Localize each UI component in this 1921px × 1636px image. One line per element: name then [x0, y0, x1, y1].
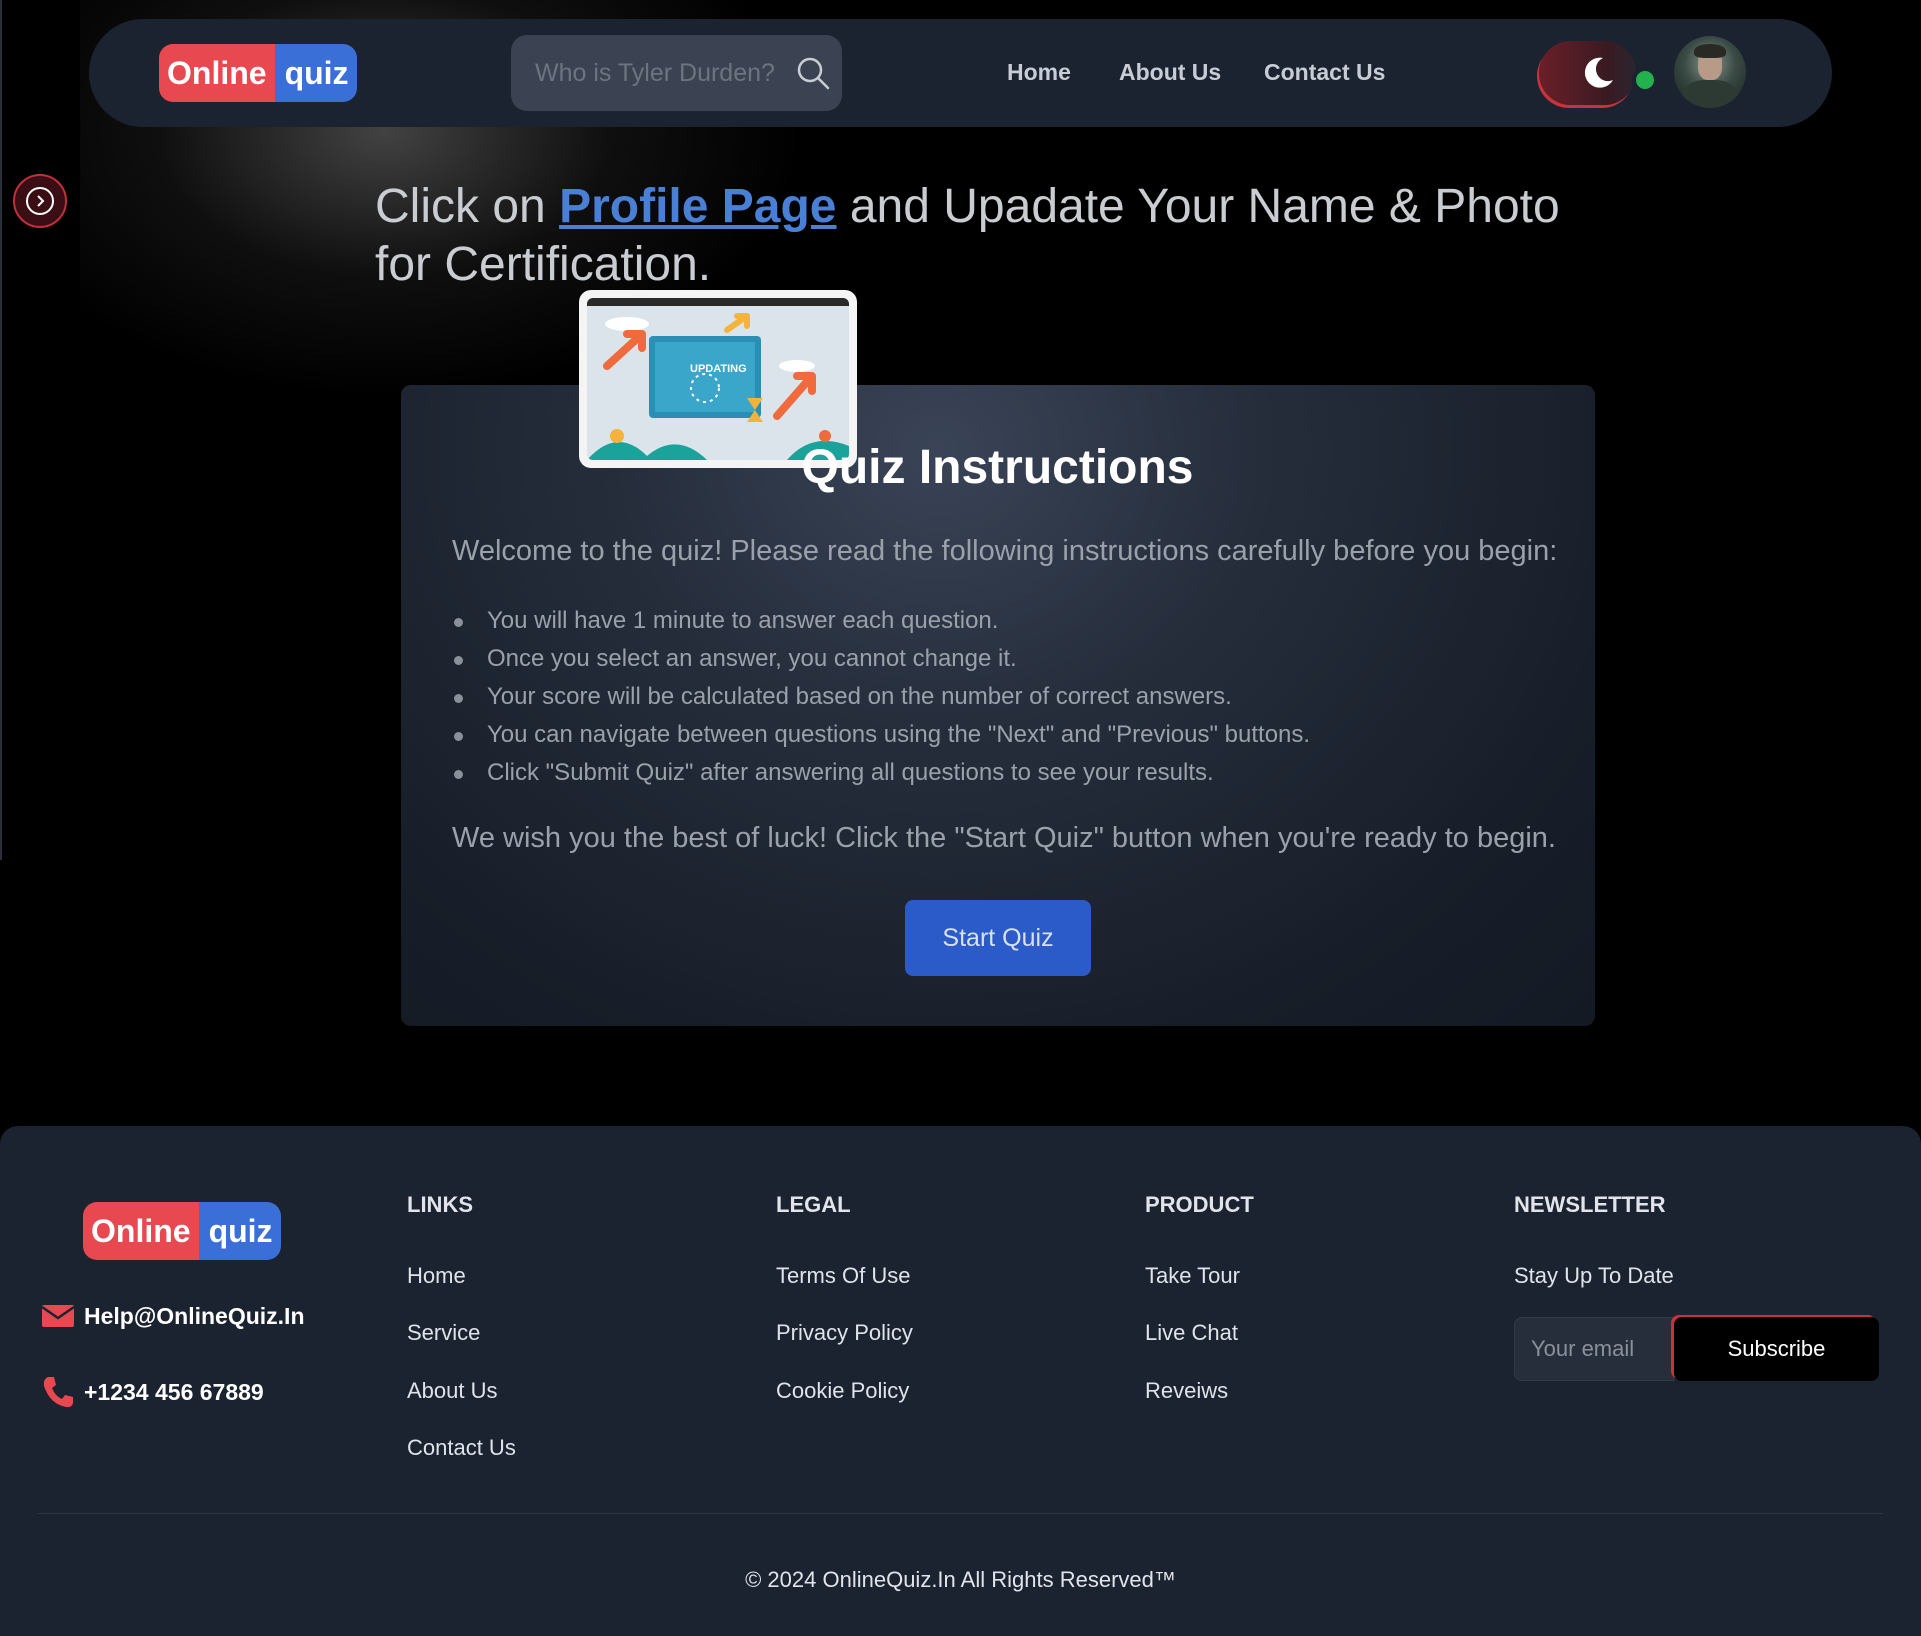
search-box — [511, 35, 842, 111]
chevron-right-icon — [26, 187, 54, 215]
footer-link-contact-us[interactable]: Contact Us — [407, 1435, 516, 1461]
subscribe-button[interactable]: Subscribe — [1674, 1317, 1879, 1381]
instructions-intro: Welcome to the quiz! Please read the fol… — [452, 535, 1558, 567]
logo-part-quiz: quiz — [198, 1202, 281, 1260]
sidebar-toggle-button[interactable] — [13, 174, 67, 228]
footer-link-reviews[interactable]: Reveiws — [1145, 1378, 1228, 1404]
list-item: You can navigate between questions using… — [452, 718, 1310, 756]
phone-icon — [40, 1374, 76, 1410]
list-item: You will have 1 minute to answer each qu… — [452, 604, 1310, 642]
footer-link-live-chat[interactable]: Live Chat — [1145, 1320, 1238, 1346]
copyright-text: © 2024 OnlineQuiz.In All Rights Reserved… — [745, 1567, 1176, 1592]
legal-column-title: LEGAL — [776, 1192, 851, 1217]
footer-link-service[interactable]: Service — [407, 1320, 480, 1346]
footer-link-home[interactable]: Home — [407, 1263, 466, 1289]
product-column-title: PRODUCT — [1145, 1192, 1254, 1217]
mail-icon — [40, 1298, 76, 1334]
footer-link-cookie[interactable]: Cookie Policy — [776, 1378, 909, 1404]
site-logo[interactable]: Online quiz — [159, 44, 357, 102]
notice-prefix: Click on — [375, 180, 560, 233]
footer-link-terms[interactable]: Terms Of Use — [776, 1263, 910, 1289]
moon-icon — [1579, 54, 1617, 92]
list-item: Your score will be calculated based on t… — [452, 680, 1310, 718]
newsletter-email-input[interactable] — [1514, 1317, 1674, 1381]
list-item: Click "Submit Quiz" after answering all … — [452, 756, 1310, 794]
links-column-title: LINKS — [407, 1192, 473, 1217]
logo-part-online: Online — [83, 1202, 199, 1260]
illustration-label: UPDATING — [690, 363, 747, 375]
footer-link-take-tour[interactable]: Take Tour — [1145, 1263, 1240, 1289]
profile-update-notice: Click on Profile Page and Upadate Your N… — [375, 178, 1615, 294]
theme-toggle-button[interactable] — [1539, 41, 1636, 105]
footer-divider — [38, 1513, 1883, 1514]
footer-link-about-us[interactable]: About Us — [407, 1378, 498, 1404]
profile-page-link[interactable]: Profile Page — [559, 180, 836, 233]
user-avatar[interactable] — [1674, 36, 1746, 108]
online-status-indicator — [1632, 67, 1658, 93]
updating-image — [587, 306, 849, 460]
footer-email-text: Help@OnlineQuiz.In — [84, 1302, 305, 1329]
instructions-outro: We wish you the best of luck! Click the … — [452, 822, 1556, 854]
site-footer: Online quiz Help@OnlineQuiz.In +1234 456… — [0, 1126, 1921, 1636]
search-icon[interactable] — [795, 55, 831, 91]
logo-part-quiz: quiz — [274, 44, 357, 102]
nav-about-us[interactable]: About Us — [1119, 59, 1221, 86]
start-quiz-button[interactable]: Start Quiz — [905, 900, 1091, 976]
footer-link-privacy[interactable]: Privacy Policy — [776, 1320, 913, 1346]
top-navbar: Online quiz Home About Us Contact Us — [89, 19, 1832, 127]
list-item: Once you select an answer, you cannot ch… — [452, 642, 1310, 680]
footer-email[interactable]: Help@OnlineQuiz.In — [40, 1298, 305, 1334]
newsletter-label: Stay Up To Date — [1514, 1263, 1674, 1288]
logo-part-online: Online — [159, 44, 275, 102]
footer-phone[interactable]: +1234 456 67889 — [40, 1374, 264, 1410]
nav-contact-us[interactable]: Contact Us — [1264, 59, 1385, 86]
footer-logo[interactable]: Online quiz — [83, 1202, 281, 1260]
search-input[interactable] — [535, 55, 775, 91]
newsletter-column-title: NEWSLETTER — [1514, 1192, 1666, 1217]
footer-phone-text: +1234 456 67889 — [84, 1378, 264, 1405]
quiz-instructions-title: Quiz Instructions — [801, 441, 1194, 494]
instructions-list: You will have 1 minute to answer each qu… — [452, 604, 1310, 794]
left-edge-line — [0, 0, 2, 860]
nav-home[interactable]: Home — [1007, 59, 1071, 86]
